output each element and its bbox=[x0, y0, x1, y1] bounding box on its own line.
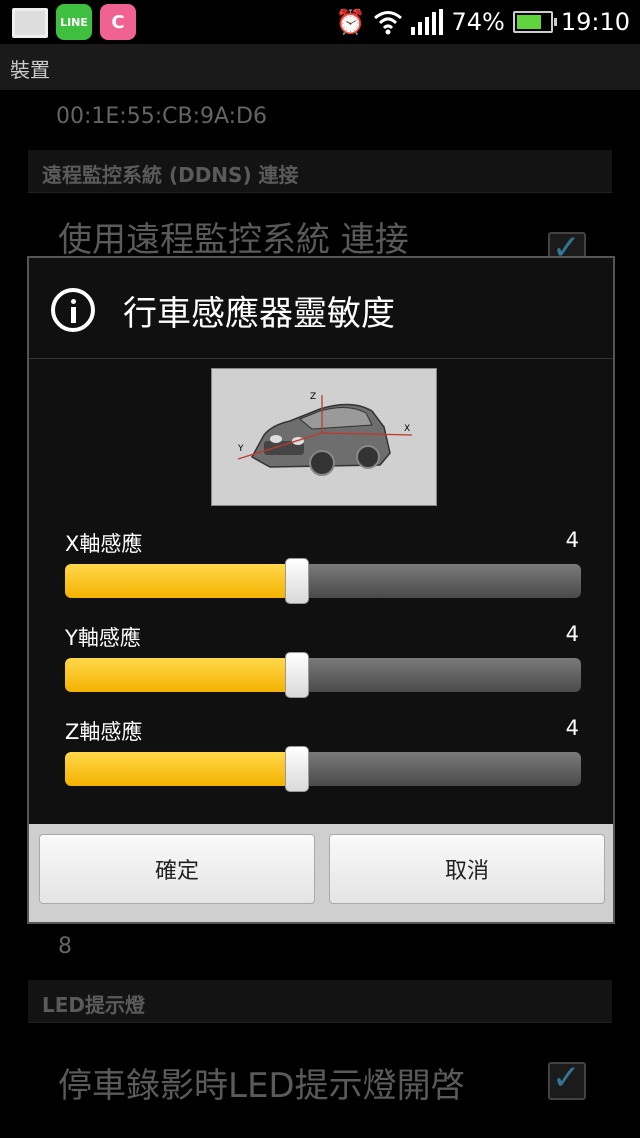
cancel-button[interactable]: 取消 bbox=[329, 834, 605, 904]
app-bar: 裝置 bbox=[0, 44, 640, 90]
ok-button[interactable]: 確定 bbox=[39, 834, 315, 904]
x-slider-thumb[interactable] bbox=[285, 558, 309, 604]
x-sensitivity-value: 4 bbox=[565, 528, 579, 552]
y-sensitivity-value: 4 bbox=[565, 622, 579, 646]
sensitivity-dialog: 行車感應器靈敏度 Z X Y X軸感應 4 Y軸感應 4 Z軸感應 4 確定 取… bbox=[27, 256, 615, 924]
signal-icon bbox=[411, 9, 444, 35]
z-sensitivity-value: 4 bbox=[565, 716, 579, 740]
alarm-icon: ⏰ bbox=[335, 8, 366, 36]
y-sensitivity-slider[interactable] bbox=[65, 658, 581, 692]
battery-percent: 74% bbox=[451, 8, 505, 36]
z-slider-thumb[interactable] bbox=[285, 746, 309, 792]
y-axis-label: Y bbox=[237, 444, 244, 454]
z-sensitivity-slider[interactable] bbox=[65, 752, 581, 786]
c-app-icon: C bbox=[100, 4, 136, 40]
dialog-title: 行車感應器靈敏度 bbox=[123, 294, 395, 334]
page-title: 裝置 bbox=[10, 58, 50, 82]
slider-fill bbox=[65, 564, 297, 598]
info-icon bbox=[51, 288, 95, 332]
x-sensitivity-slider[interactable] bbox=[65, 564, 581, 598]
dialog-header: 行車感應器靈敏度 bbox=[29, 258, 613, 359]
z-axis-label: Z bbox=[310, 392, 316, 402]
y-slider-thumb[interactable] bbox=[285, 652, 309, 698]
z-sensitivity-label: Z軸感應 bbox=[65, 720, 143, 744]
battery-icon bbox=[512, 11, 557, 33]
y-sensitivity-label: Y軸感應 bbox=[65, 626, 141, 650]
gallery-notification-icon bbox=[12, 8, 48, 38]
clock: 19:10 bbox=[560, 8, 630, 36]
dialog-button-bar: 確定 取消 bbox=[29, 824, 613, 922]
line-app-icon: LINE bbox=[56, 4, 92, 40]
slider-fill bbox=[65, 752, 297, 786]
x-axis-label: X bbox=[404, 424, 410, 434]
car-axis-image: Z X Y bbox=[211, 368, 437, 506]
status-bar: LINE C ⏰ 74% 19:10 bbox=[0, 0, 640, 44]
wifi-icon bbox=[374, 11, 403, 35]
x-sensitivity-label: X軸感應 bbox=[65, 532, 143, 556]
slider-fill bbox=[65, 658, 297, 692]
